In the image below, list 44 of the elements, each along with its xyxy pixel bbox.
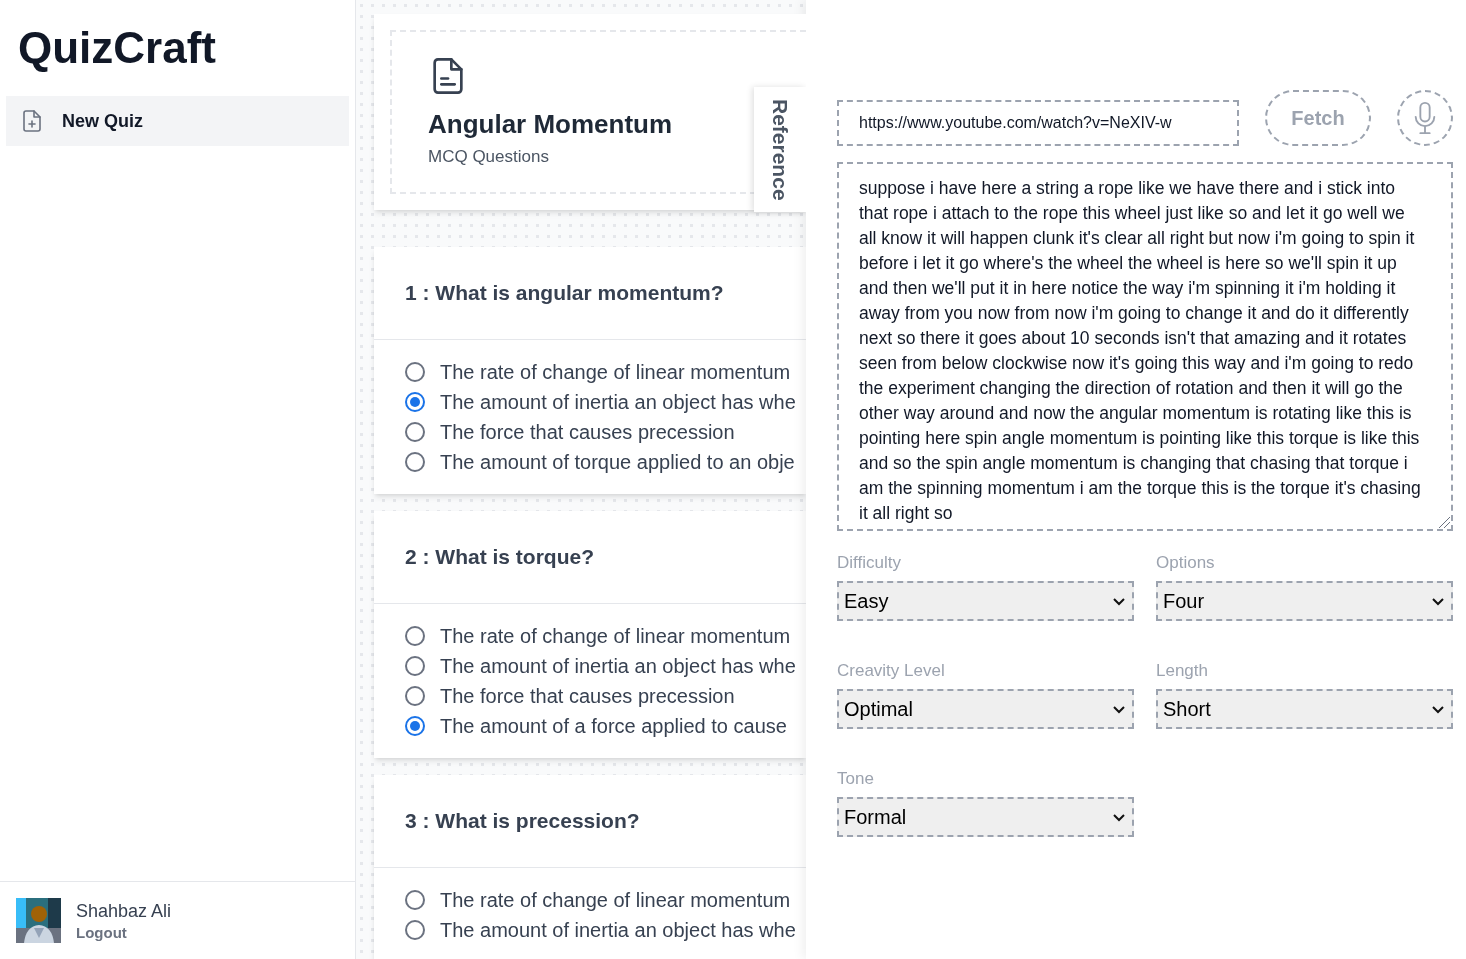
radio-button[interactable] bbox=[405, 656, 425, 676]
sidebar-item[interactable]: New Quiz bbox=[6, 96, 349, 146]
radio-button[interactable] bbox=[405, 686, 425, 706]
reference-tab[interactable]: Reference bbox=[754, 87, 806, 212]
field-label: Tone bbox=[837, 769, 875, 789]
field-label: Creavity Level bbox=[837, 661, 946, 681]
radio-button[interactable] bbox=[405, 392, 425, 412]
answer-option: The amount of a force applied to cause bbox=[440, 711, 787, 741]
field-label: Difficulty bbox=[837, 553, 902, 573]
answer-option: The force that causes precession bbox=[440, 681, 735, 711]
quiz-title: Angular Momentum bbox=[428, 108, 673, 140]
logout-link[interactable]: Logout bbox=[76, 922, 172, 943]
field-label: Options bbox=[1156, 553, 1216, 573]
file-plus-icon bbox=[20, 108, 44, 134]
radio-button[interactable] bbox=[405, 920, 425, 940]
radio-button[interactable] bbox=[405, 452, 425, 472]
answer-option: The rate of change of linear momentum bbox=[440, 357, 791, 387]
select-field[interactable]: Optimal bbox=[837, 689, 1134, 729]
answer-option: The force that causes precession bbox=[440, 417, 735, 447]
transcript-field[interactable]: suppose i have here a string a rope like we have there and i stick into that rope i attach to the rope this wheel just like so and let it go well we all know it will happen clunk it's clear all right but now i'm going to spin it before i let it go where's the wheel the wheel is here so we'll spin it up and then we'll put it in here notice the way i'm spinning it i'm holding it away from you now from now i'm going to change it and do it differently next so there it goes about 10 seconds isn't that amazing and it rotates seen from below clockwise now it's going this way and i'm going to redo the experiment changing the direction of rotation and then it will go the other way around and now the angular momentum is rotating like this is pointing here spin angle momentum is pointing like this torque is like this and so the spin angle momentum is changing that chasing that torque i am the spinning momentum i am the torque this is the torque it's chasing it all right so bbox=[837, 162, 1453, 531]
answer-option: The amount of inertia an object has whe bbox=[440, 651, 796, 681]
answer-option: The rate of change of linear momentum bbox=[440, 885, 791, 915]
quiz-subtitle: MCQ Questions bbox=[428, 146, 549, 168]
question-heading: 2 : What is torque? bbox=[405, 544, 594, 571]
answer-option: The amount of inertia an object has whe bbox=[440, 915, 796, 945]
radio-button[interactable] bbox=[405, 890, 425, 910]
microphone-button[interactable] bbox=[1397, 90, 1453, 146]
radio-button[interactable] bbox=[405, 362, 425, 382]
url-field[interactable]: https://www.youtube.com/watch?v=NeXIV-w bbox=[837, 100, 1239, 146]
radio-button[interactable] bbox=[405, 626, 425, 646]
answer-option: The rate of change of linear momentum bbox=[440, 621, 791, 651]
app-logo: QuizCraft bbox=[18, 22, 216, 74]
answer-option: The amount of inertia an object has whe bbox=[440, 387, 796, 417]
answer-option: The amount of torque applied to an obje bbox=[440, 447, 795, 477]
select-field[interactable]: Formal bbox=[837, 797, 1134, 837]
question-heading: 1 : What is angular momentum? bbox=[405, 280, 724, 307]
question-heading: 3 : What is precession? bbox=[405, 808, 640, 835]
field-label: Length bbox=[1156, 661, 1209, 681]
select-field[interactable]: Easy bbox=[837, 581, 1134, 621]
user-name: Shahbaz Ali bbox=[76, 899, 172, 923]
radio-button[interactable] bbox=[405, 716, 425, 736]
select-field[interactable]: Short bbox=[1156, 689, 1453, 729]
radio-button[interactable] bbox=[405, 422, 425, 442]
select-field[interactable]: Four bbox=[1156, 581, 1453, 621]
